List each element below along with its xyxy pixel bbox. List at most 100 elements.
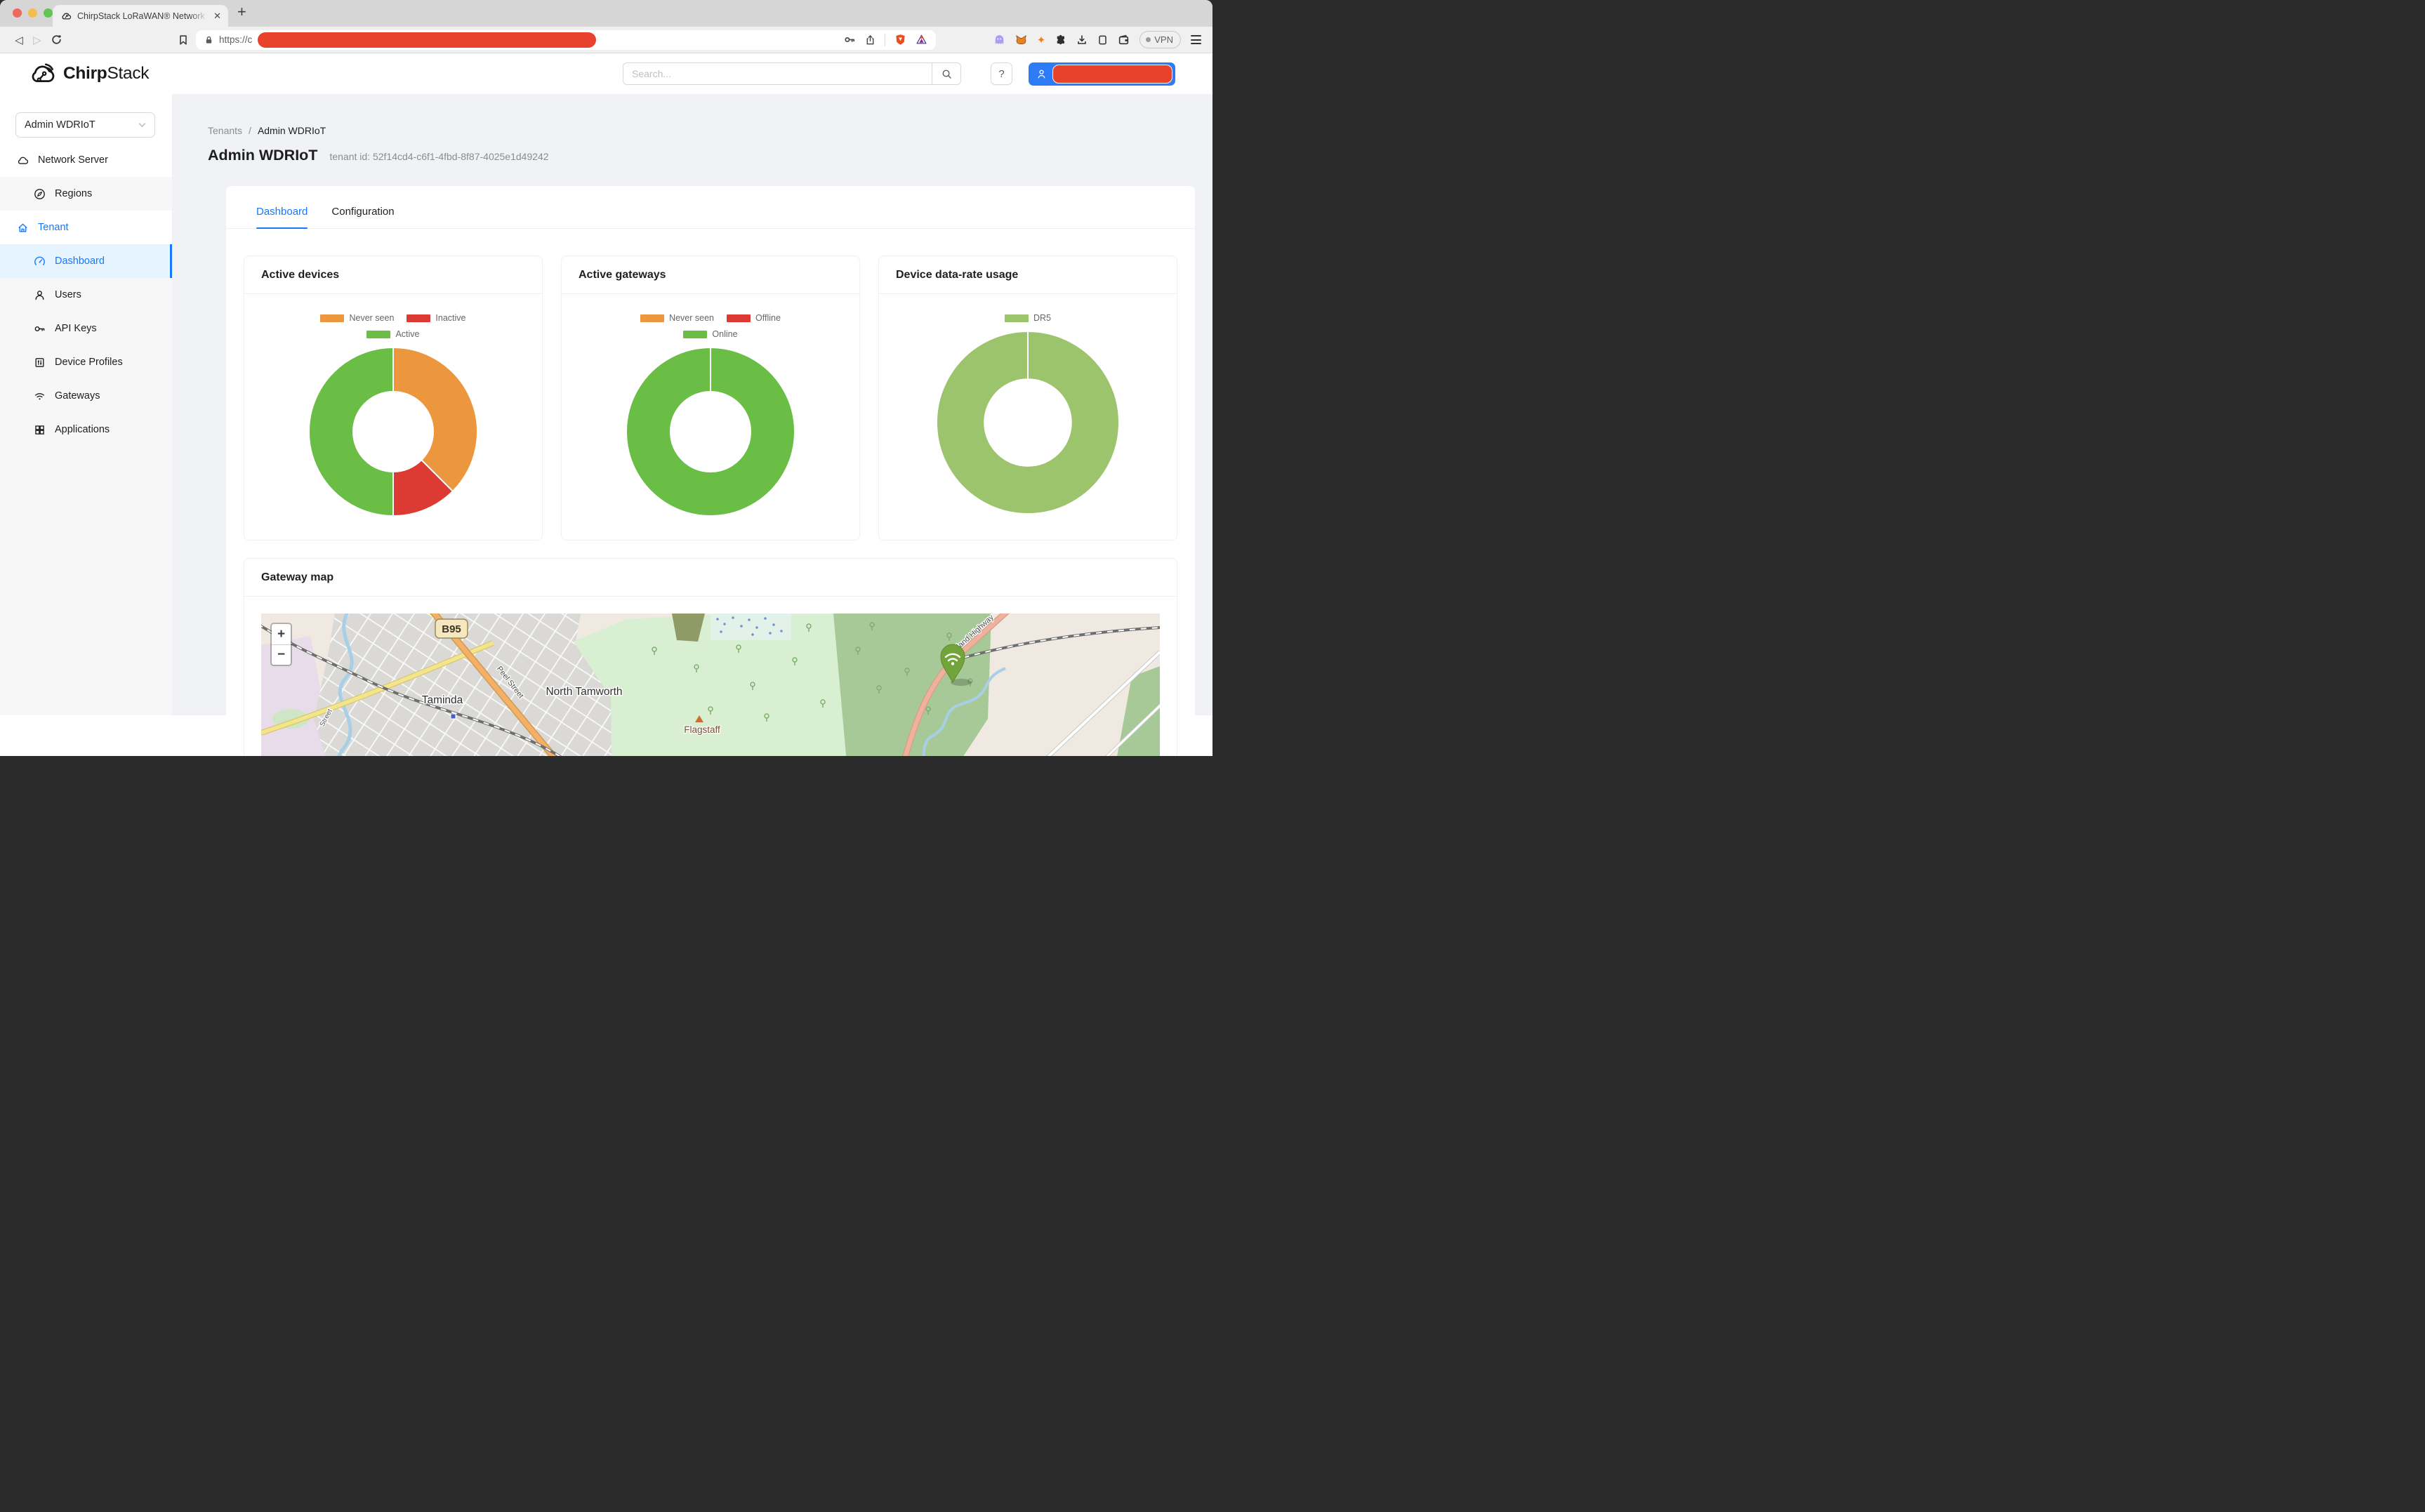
extensions-puzzle-icon[interactable] xyxy=(1055,34,1066,46)
sidebar-item-label: Network Server xyxy=(38,154,108,166)
browser-tab[interactable]: ChirpStack LoRaWAN® Network ✕ xyxy=(53,5,228,27)
legend-item[interactable]: Online xyxy=(683,329,737,339)
legend-item[interactable]: Offline xyxy=(727,313,781,323)
map-label-north-tamworth: North Tamworth xyxy=(546,686,622,698)
sidebar-item-api-keys[interactable]: API Keys xyxy=(0,312,172,345)
vpn-badge[interactable]: VPN xyxy=(1139,31,1181,48)
road-badge-label: B95 xyxy=(442,623,461,635)
wallet-icon[interactable] xyxy=(1118,34,1130,46)
user-icon xyxy=(34,289,46,301)
tenant-select-value: Admin WDRIoT xyxy=(25,119,138,131)
tab-title: ChirpStack LoRaWAN® Network xyxy=(77,11,208,21)
vpn-label: VPN xyxy=(1154,34,1173,45)
page-title: Admin WDRIoT xyxy=(208,147,317,164)
brave-shield-icon[interactable] xyxy=(894,34,906,46)
extensions-row: ✦ VPN xyxy=(993,31,1204,48)
sidebar-item-tenant[interactable]: Tenant xyxy=(0,211,172,244)
reload-button[interactable] xyxy=(51,34,62,46)
browser-toolbar: ◁ ▷ https://c ✦ xyxy=(0,27,1212,53)
back-button[interactable]: ◁ xyxy=(10,34,28,46)
grid-icon xyxy=(34,424,46,436)
legend-item[interactable]: Never seen xyxy=(320,313,394,323)
url-text: https://c xyxy=(219,34,252,45)
map-label-flagstaff: Flagstaff xyxy=(684,724,720,735)
breadcrumb-current: Admin WDRIoT xyxy=(258,125,326,136)
zoom-window-button[interactable] xyxy=(44,8,53,18)
gateway-map[interactable]: + − xyxy=(261,614,1160,756)
chart-legend: Never seen Inactive Active xyxy=(294,313,492,339)
dashboard-gauge-icon xyxy=(34,256,46,267)
chirpstack-cloud-icon xyxy=(28,61,58,86)
sidebar-item-label: Dashboard xyxy=(55,256,105,267)
help-button[interactable]: ? xyxy=(991,62,1012,85)
breadcrumb-tenants-link[interactable]: Tenants xyxy=(208,125,242,136)
browser-menu-icon[interactable] xyxy=(1191,35,1201,44)
sidebar-item-gateways[interactable]: Gateways xyxy=(0,379,172,413)
legend-item[interactable]: DR5 xyxy=(1005,313,1051,323)
user-icon xyxy=(1036,69,1047,79)
card-title: Active gateways xyxy=(562,256,859,294)
sidebar-item-label: Applications xyxy=(55,424,110,435)
sidebar-panel-icon[interactable] xyxy=(1097,34,1108,46)
tenant-select[interactable]: Admin WDRIoT xyxy=(15,112,155,138)
legend-item[interactable]: Active xyxy=(366,329,419,339)
chart-legend: DR5 xyxy=(1005,313,1051,323)
content-panel: Dashboard Configuration Active devices N… xyxy=(226,186,1195,756)
search-input[interactable] xyxy=(623,62,932,85)
share-icon[interactable] xyxy=(865,34,875,46)
address-bar-trailing-icons xyxy=(844,34,927,46)
active-gateways-donut-chart xyxy=(623,344,798,519)
metamask-fox-icon[interactable] xyxy=(1015,34,1027,46)
main-content: Tenants / Admin WDRIoT Admin WDRIoT tena… xyxy=(173,94,1212,715)
minimize-window-button[interactable] xyxy=(28,8,37,18)
chart-legend: Never seen Offline Online xyxy=(612,313,810,339)
gateway-map-card: Gateway map + − xyxy=(244,558,1177,756)
sidebar-item-label: Gateways xyxy=(55,390,100,402)
wifi-icon xyxy=(34,390,46,402)
sidebar-item-regions[interactable]: Regions xyxy=(0,177,172,211)
app-header: ChirpStack ? xyxy=(0,53,1212,94)
sidebar: Admin WDRIoT Network Server Regions Tena… xyxy=(0,94,173,715)
tab-configuration[interactable]: Configuration xyxy=(331,206,394,228)
phantom-ghost-icon[interactable] xyxy=(993,34,1005,46)
sidebar-item-device-profiles[interactable]: Device Profiles xyxy=(0,345,172,379)
card-title: Device data-rate usage xyxy=(879,256,1177,294)
new-tab-button[interactable]: + xyxy=(237,3,246,21)
legend-item[interactable]: Inactive xyxy=(407,313,465,323)
brand-name: ChirpStack xyxy=(63,64,149,84)
sliders-icon xyxy=(34,357,46,369)
downloads-icon[interactable] xyxy=(1076,34,1088,46)
search-button[interactable] xyxy=(932,62,961,85)
user-menu-button[interactable] xyxy=(1029,62,1175,86)
map-zoom-out-button[interactable]: − xyxy=(272,644,291,665)
address-bar[interactable]: https://c xyxy=(196,30,936,50)
tab-dashboard[interactable]: Dashboard xyxy=(256,206,308,228)
device-datarate-card: Device data-rate usage DR5 xyxy=(878,256,1177,541)
spark-extension-icon[interactable]: ✦ xyxy=(1037,34,1046,46)
active-devices-donut-chart xyxy=(305,344,481,519)
sidebar-item-label: Tenant xyxy=(38,222,69,233)
map-zoom-in-button[interactable]: + xyxy=(272,624,291,644)
sidebar-item-applications[interactable]: Applications xyxy=(0,413,172,446)
vpn-status-dot xyxy=(1146,37,1151,42)
close-window-button[interactable] xyxy=(13,8,22,18)
redaction-overlay xyxy=(1052,65,1172,84)
home-icon xyxy=(17,222,29,234)
donut-segment xyxy=(937,331,1119,514)
sidebar-item-dashboard[interactable]: Dashboard xyxy=(0,244,172,278)
breadcrumb-separator: / xyxy=(249,125,251,136)
sidebar-item-users[interactable]: Users xyxy=(0,278,172,312)
bat-rewards-icon[interactable] xyxy=(916,34,927,46)
chirpstack-logo[interactable]: ChirpStack xyxy=(28,61,149,86)
legend-item[interactable]: Never seen xyxy=(640,313,714,323)
redaction-overlay xyxy=(258,32,596,48)
sidebar-item-network-server[interactable]: Network Server xyxy=(0,143,172,177)
cloud-icon xyxy=(17,154,29,166)
active-gateways-card: Active gateways Never seen Offline Onlin… xyxy=(561,256,860,541)
breadcrumb: Tenants / Admin WDRIoT xyxy=(208,125,1212,136)
tab-close-icon[interactable]: ✕ xyxy=(213,11,221,22)
forward-button[interactable]: ▷ xyxy=(28,34,46,46)
bookmark-icon[interactable] xyxy=(178,34,189,46)
password-key-icon[interactable] xyxy=(844,34,856,46)
sidebar-item-label: Device Profiles xyxy=(55,357,123,368)
